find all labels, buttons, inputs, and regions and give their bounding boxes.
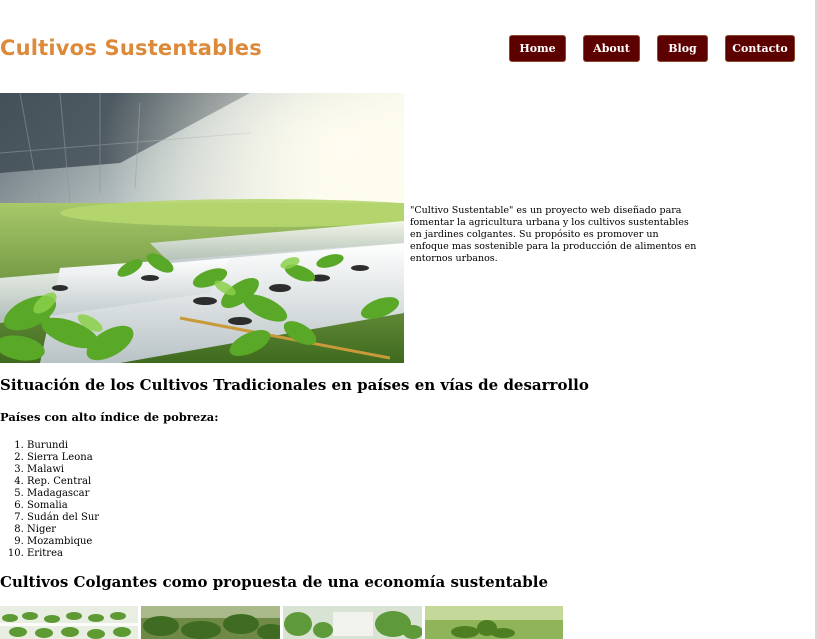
gallery-image [0,606,138,639]
nav-contacto-button[interactable]: Contacto [725,35,795,62]
list-item: Madagascar [27,488,99,500]
gallery-image [425,606,563,639]
list-item: Sierra Leona [27,452,99,464]
list-item: Mozambique [27,536,99,548]
list-item: Malawi [27,464,99,476]
gallery-image [141,606,280,639]
country-list: Burundi Sierra Leona Malawi Rep. Central… [0,440,99,560]
gallery-image [283,606,422,639]
list-item: Eritrea [27,548,99,560]
site-title: Cultivos Sustentables [0,36,262,60]
list-item: Niger [27,524,99,536]
list-item: Burundi [27,440,99,452]
list-item: Somalia [27,500,99,512]
list-item: Rep. Central [27,476,99,488]
subheading-paises: Países con alto índice de pobreza: [0,410,219,424]
hero-image [0,93,404,363]
nav-about-button[interactable]: About [583,35,640,62]
list-item: Sudán del Sur [27,512,99,524]
page: Cultivos Sustentables Home About Blog Co… [0,0,817,639]
section-heading-situacion: Situación de los Cultivos Tradicionales … [0,376,589,394]
nav-blog-button[interactable]: Blog [657,35,708,62]
site-header: Cultivos Sustentables Home About Blog Co… [0,0,817,93]
intro-paragraph: "Cultivo Sustentable" es un proyecto web… [410,205,697,264]
section-heading-colgantes: Cultivos Colgantes como propuesta de una… [0,573,548,591]
nav-home-button[interactable]: Home [509,35,566,62]
